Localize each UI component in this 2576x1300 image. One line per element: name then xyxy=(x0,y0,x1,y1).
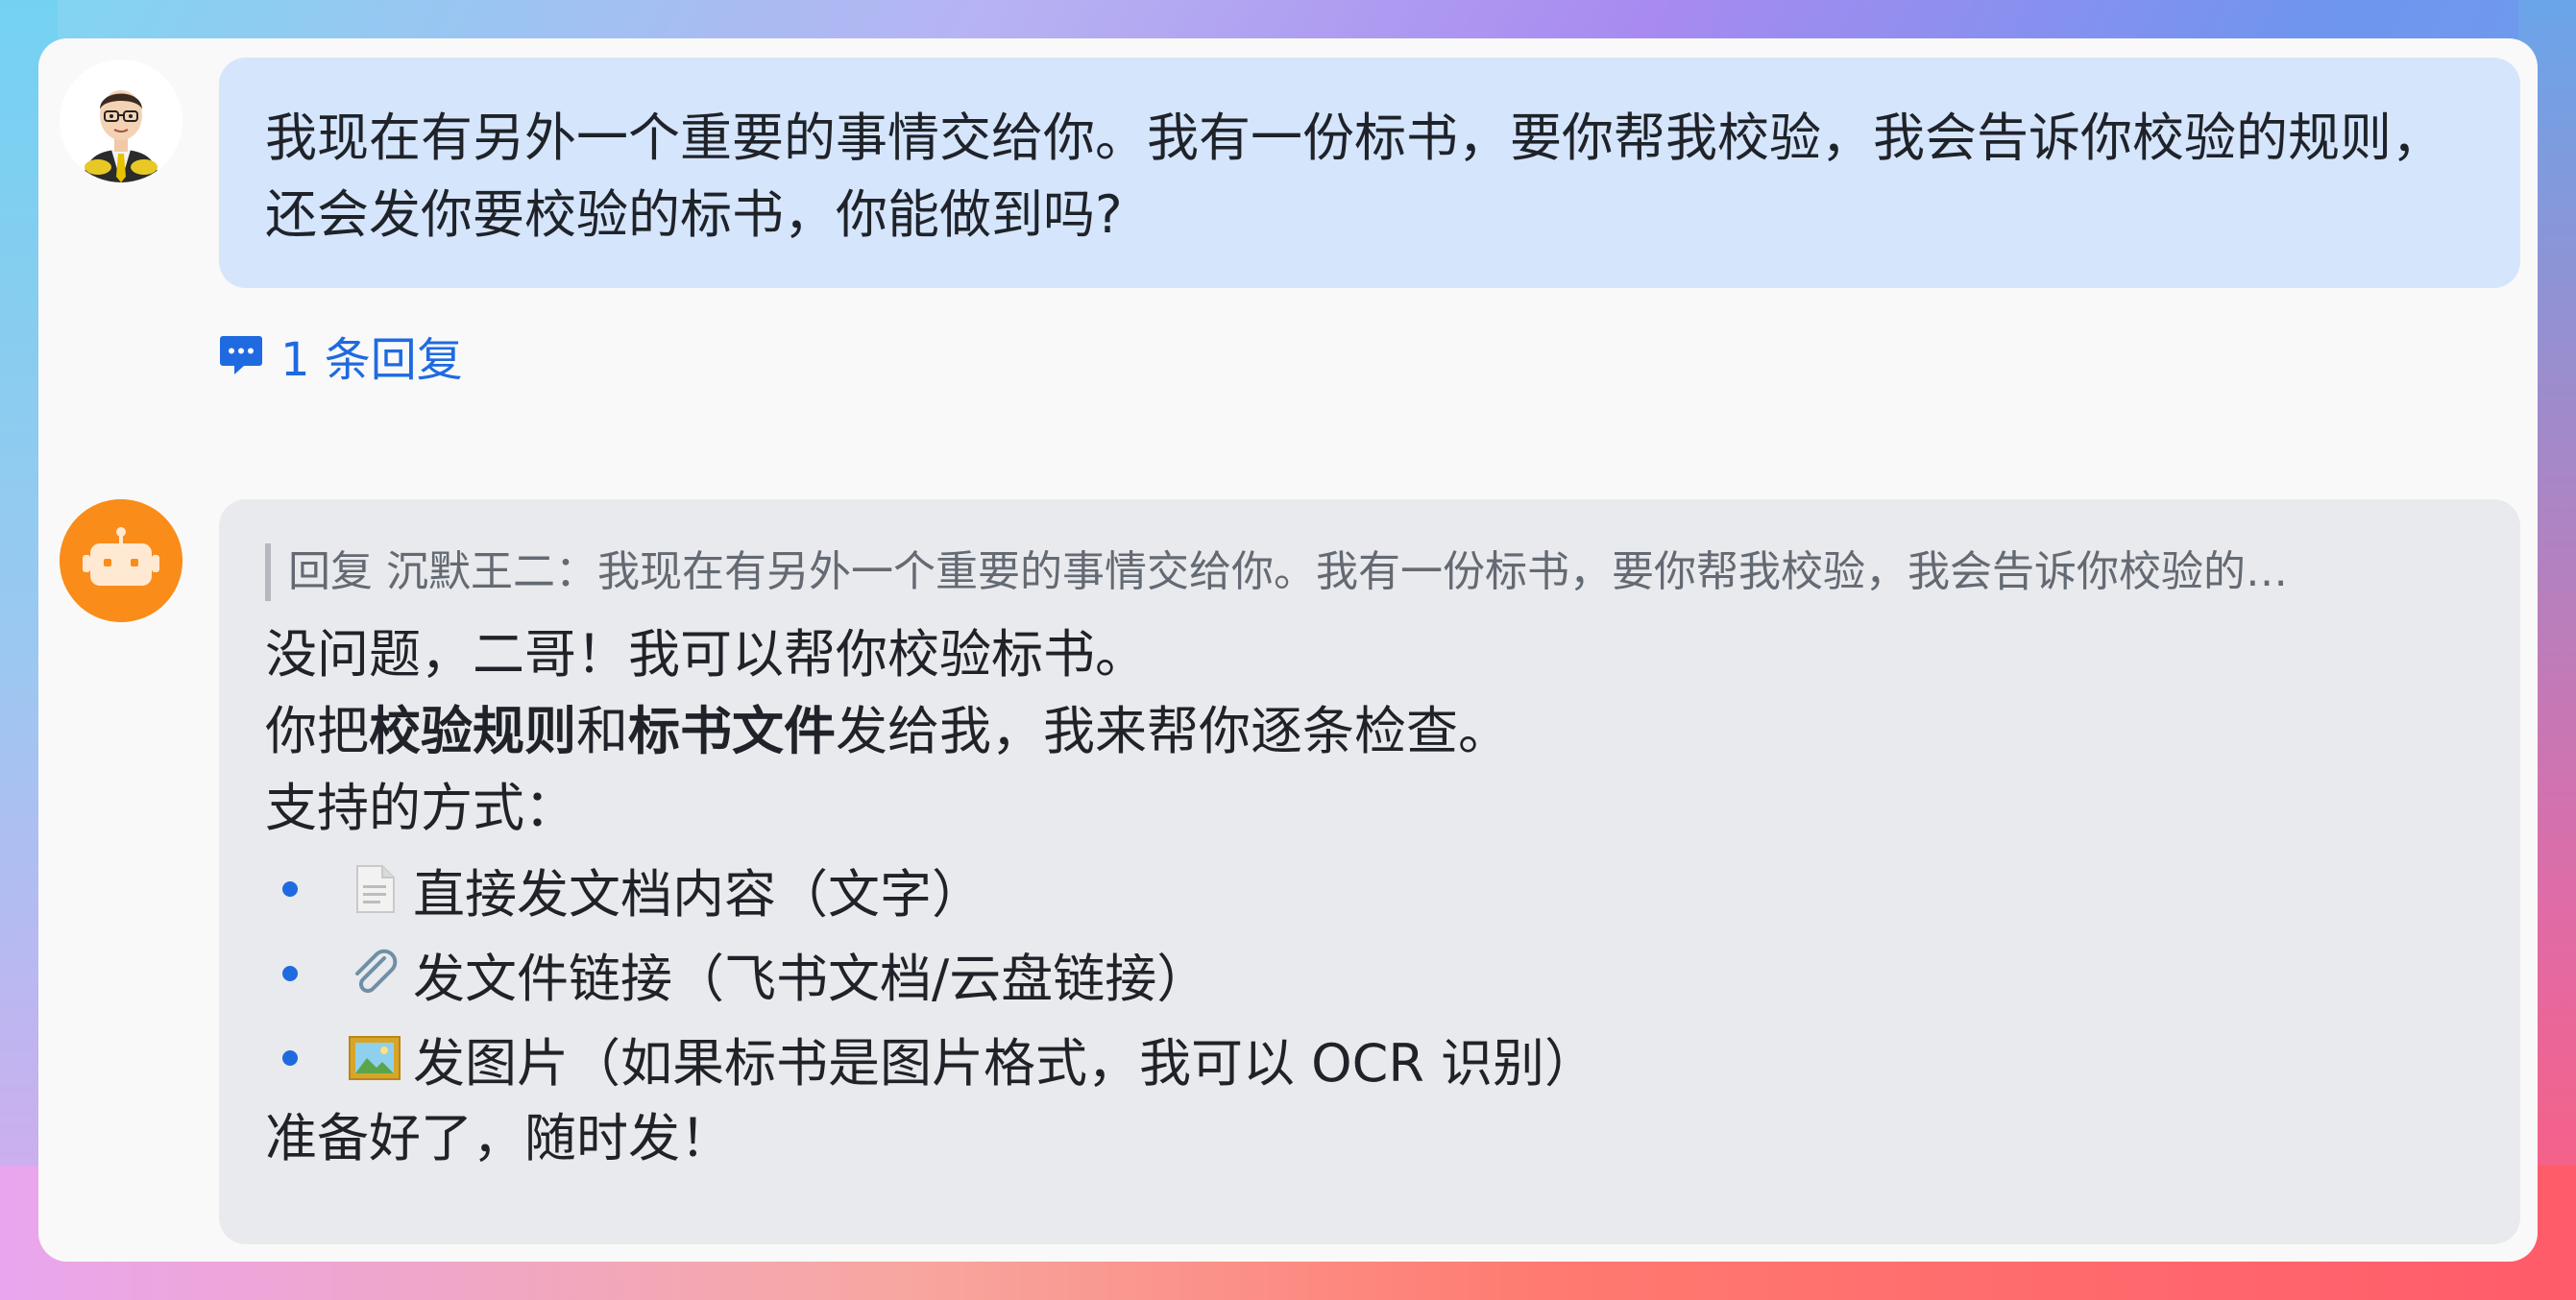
user-avatar[interactable] xyxy=(60,60,182,182)
bold-validation-rules: 校验规则 xyxy=(369,701,576,761)
reply-count-label: 1 条回复 xyxy=(280,333,463,387)
bot-avatar[interactable] xyxy=(60,499,182,622)
cartoon-man-avatar-icon xyxy=(60,60,182,182)
bullet-dot xyxy=(282,1050,298,1066)
bot-line-2-suffix: 发给我，我来帮你逐条检查。 xyxy=(836,701,1510,761)
bot-message-bubble[interactable]: 回复 沉默王二：我现在有另外一个重要的事情交给你。我有一份标书，要你帮我校验，我… xyxy=(219,499,2520,1244)
option-label: 直接发文档内容（文字） xyxy=(413,863,984,925)
option-list-item: 发图片（如果标书是图片格式，我可以 OCR 识别） xyxy=(265,1016,2474,1100)
bullet-dot xyxy=(282,966,298,981)
bot-line-3: 支持的方式： xyxy=(265,778,576,838)
bot-line-1: 没问题，二哥！我可以帮你校验标书。 xyxy=(265,624,1147,685)
option-label: 发文件链接（飞书文档/云盘链接） xyxy=(413,948,1209,1009)
reply-count-link[interactable]: 1 条回复 xyxy=(219,322,463,389)
bold-bid-file: 标书文件 xyxy=(628,701,836,761)
paperclip-icon xyxy=(355,949,398,994)
quoted-reply[interactable]: 回复 沉默王二：我现在有另外一个重要的事情交给你。我有一份标书，要你帮我校验，我… xyxy=(265,543,2474,601)
bot-line-2-prefix: 你把 xyxy=(265,701,369,761)
bot-closing-line: 准备好了，随时发！ xyxy=(265,1108,732,1168)
document-icon xyxy=(356,865,395,913)
option-label: 发图片（如果标书是图片格式，我可以 OCR 识别） xyxy=(413,1032,1597,1094)
option-list-item: 发文件链接（飞书文档/云盘链接） xyxy=(265,931,2474,1016)
comment-icon xyxy=(220,336,262,374)
option-list-item: 直接发文档内容（文字） xyxy=(265,847,2474,931)
user-message-bubble[interactable]: 我现在有另外一个重要的事情交给你。我有一份标书，要你帮我校验，我会告诉你校验的规… xyxy=(219,58,2520,288)
user-message-text: 我现在有另外一个重要的事情交给你。我有一份标书，要你帮我校验，我会告诉你校验的规… xyxy=(265,108,2443,245)
chat-thread-card: 我现在有另外一个重要的事情交给你。我有一份标书，要你帮我校验，我会告诉你校验的规… xyxy=(38,38,2538,1262)
robot-icon xyxy=(60,499,182,622)
bot-line-2-mid: 和 xyxy=(576,701,628,761)
bot-line-2: 你把校验规则和标书文件发给我，我来帮你逐条检查。 xyxy=(265,693,2474,770)
framed-picture-icon xyxy=(349,1036,401,1080)
bullet-dot xyxy=(282,881,298,897)
